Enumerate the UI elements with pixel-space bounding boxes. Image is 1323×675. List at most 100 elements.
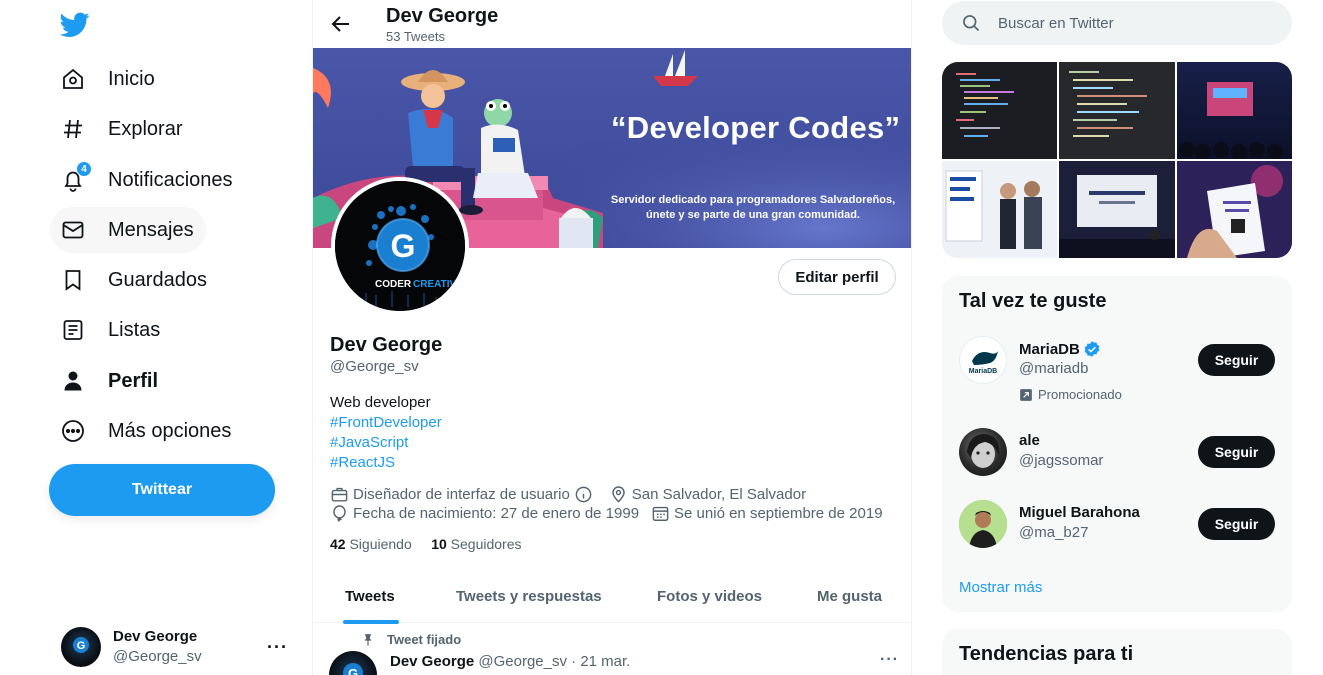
following-count: 42 — [330, 536, 346, 552]
profile-name: Dev George — [330, 334, 443, 356]
calendar-icon — [652, 506, 669, 521]
suggestion-row[interactable]: ale @jagssomar Seguir — [959, 428, 1275, 488]
follow-button[interactable]: Seguir — [1198, 436, 1275, 468]
avatar: MariaDB — [959, 336, 1007, 384]
nav-label: Listas — [108, 318, 161, 341]
svg-text:G: G — [348, 666, 358, 675]
nav-item-guardados[interactable]: Guardados — [50, 257, 219, 303]
media-thumbnail[interactable] — [1059, 62, 1175, 159]
media-thumbnail[interactable] — [1176, 161, 1292, 258]
nav-item-perfil[interactable]: Perfil — [50, 358, 170, 404]
verified-badge-icon — [1084, 341, 1100, 357]
media-thumbnail[interactable] — [942, 62, 1058, 159]
banner-title: “Developer Codes” — [611, 110, 901, 145]
avatar — [959, 428, 1007, 476]
suggestion-row[interactable]: MariaDB MariaDB @mariadb Promocionado Se… — [959, 336, 1275, 408]
tweet-author-name[interactable]: Dev George — [390, 653, 474, 670]
nav-label: Más opciones — [108, 419, 232, 442]
avatar — [959, 500, 1007, 548]
promoted-label: Promocionado — [1019, 387, 1122, 402]
nav-label: Mensajes — [108, 218, 194, 241]
account-switcher[interactable]: G Dev George @George_sv ··· — [50, 617, 300, 675]
followers-label: Seguidores — [450, 536, 522, 552]
tweet-button[interactable]: Twittear — [49, 464, 275, 516]
who-to-follow-card: Tal vez te guste MariaDB MariaDB @mariad… — [942, 276, 1292, 612]
info-icon[interactable] — [574, 485, 593, 504]
briefcase-icon — [331, 487, 348, 502]
pinned-label: Tweet fijado — [361, 632, 461, 647]
nav-item-notificaciones[interactable]: 4 Notificaciones — [50, 157, 245, 203]
avatar[interactable]: G — [329, 651, 377, 675]
suggestion-name: Miguel Barahona — [1019, 504, 1140, 521]
nav-label: Inicio — [108, 67, 155, 90]
trends-card: Tendencias para ti — [942, 629, 1292, 675]
search-input[interactable] — [998, 14, 1258, 32]
show-more-link[interactable]: Mostrar más — [959, 579, 1042, 596]
birthday-text: Fecha de nacimiento: 27 de enero de 1999 — [353, 505, 640, 522]
followers-link[interactable]: 10 Seguidores — [431, 536, 521, 552]
tab-likes[interactable]: Me gusta — [817, 570, 882, 623]
edit-profile-button[interactable]: Editar perfil — [778, 259, 896, 295]
hashtag-link[interactable]: #FrontDeveloper — [330, 413, 442, 433]
trends-title: Tendencias para ti — [959, 643, 1134, 665]
profile-handle: @George_sv — [330, 358, 419, 375]
who-to-follow-title: Tal vez te guste — [959, 290, 1107, 312]
media-gallery — [942, 62, 1292, 258]
hashtag-link[interactable]: #JavaScript — [330, 433, 442, 453]
follow-button[interactable]: Seguir — [1198, 508, 1275, 540]
banner-subtitle-line: únete y se parte de una gran comunidad. — [646, 209, 860, 221]
follow-button[interactable]: Seguir — [1198, 344, 1275, 376]
profile-joined: Se unió en septiembre de 2019 — [651, 504, 883, 523]
balloon-icon — [333, 505, 346, 522]
more-horizontal-icon[interactable]: ··· — [880, 651, 899, 669]
media-thumbnail[interactable] — [1059, 161, 1175, 258]
following-link[interactable]: 42 Siguiendo — [330, 536, 412, 552]
tab-media[interactable]: Fotos y videos — [657, 570, 762, 623]
nav-label: Explorar — [108, 117, 183, 140]
tab-tweets-replies[interactable]: Tweets y respuestas — [456, 570, 602, 623]
nav-item-mensajes[interactable]: Mensajes — [50, 207, 206, 253]
suggestion-row[interactable]: Miguel Barahona @ma_b27 Seguir — [959, 500, 1275, 560]
more-horizontal-icon[interactable]: ··· — [267, 637, 288, 658]
media-thumbnail[interactable] — [1176, 62, 1292, 159]
followers-count: 10 — [431, 536, 447, 552]
mariadb-logo-text: MariaDB — [969, 368, 997, 375]
left-sidebar: Inicio Explorar 4 Notificaciones Mensaje… — [0, 0, 312, 675]
avatar: G — [61, 627, 101, 667]
tweet-date[interactable]: · 21 mar. — [571, 653, 630, 670]
nav-label: Perfil — [108, 369, 159, 392]
hashtag-link[interactable]: #ReactJS — [330, 453, 442, 473]
nav-item-listas[interactable]: Listas — [50, 307, 172, 353]
back-arrow-icon[interactable] — [329, 12, 353, 36]
profile-meta-row: Diseñador de interfaz de usuario San Sal… — [330, 485, 818, 504]
follow-stats: 42 Siguiendo 10 Seguidores — [330, 536, 522, 552]
twitter-bird-icon[interactable] — [58, 8, 92, 42]
bell-icon: 4 — [60, 161, 92, 193]
banner-subtitle-line: Servidor dedicado para programadores Sal… — [610, 194, 896, 206]
svg-text:G: G — [77, 640, 86, 652]
search-bar[interactable] — [942, 1, 1292, 45]
profile-avatar[interactable]: G CODER CREATIVE — [331, 177, 469, 315]
profile-column: Dev George 53 Tweets “Developer Codes” S… — [312, 0, 912, 675]
notification-badge: 4 — [76, 161, 92, 177]
media-thumbnail[interactable] — [942, 161, 1058, 258]
joined-text: Se unió en septiembre de 2019 — [674, 505, 883, 522]
avatar-caption: CODER — [375, 279, 412, 290]
tab-tweets[interactable]: Tweets — [345, 570, 395, 623]
active-tab-indicator — [343, 620, 399, 624]
pinned-tweet[interactable]: G Dev George @George_sv · 21 mar. ··· — [329, 651, 899, 675]
tweet-count: 53 Tweets — [386, 29, 446, 44]
suggestion-handle: @mariadb — [1019, 360, 1089, 377]
profile-location: San Salvador, El Salvador — [609, 485, 806, 504]
home-icon — [60, 66, 86, 92]
suggestion-name: ale — [1019, 432, 1040, 449]
profile-meta-row: Fecha de nacimiento: 27 de enero de 1999… — [330, 504, 895, 523]
nav-item-explorar[interactable]: Explorar — [50, 106, 194, 152]
nav-item-inicio[interactable]: Inicio — [50, 56, 167, 102]
profile-bio: Web developer #FrontDeveloper #JavaScrip… — [330, 393, 442, 473]
right-sidebar: Tal vez te guste MariaDB MariaDB @mariad… — [912, 0, 1323, 675]
nav-item-mas-opciones[interactable]: Más opciones — [50, 408, 243, 454]
account-name: Dev George — [113, 628, 198, 645]
profile-header-bar: Dev George 53 Tweets — [313, 0, 911, 48]
profile-category: Diseñador de interfaz de usuario — [330, 485, 597, 504]
